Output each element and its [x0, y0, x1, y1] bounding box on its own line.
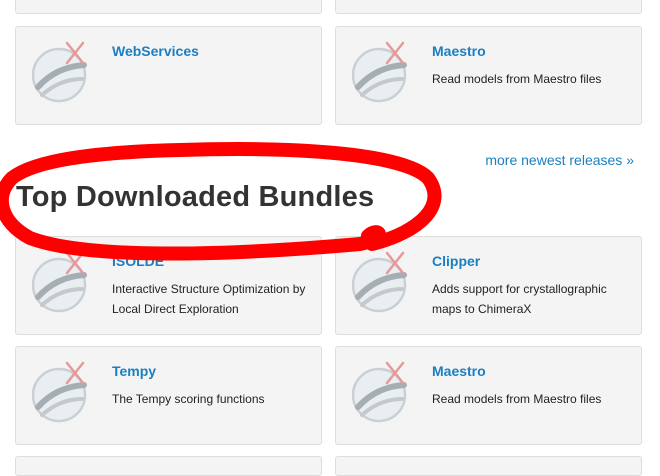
bundle-card-maestro[interactable]: Maestro Read models from Maestro files	[335, 26, 642, 125]
more-newest-releases-link[interactable]: more newest releases »	[485, 152, 634, 168]
chimerax-logo-icon	[352, 249, 412, 315]
bundle-card-partial[interactable]	[15, 0, 322, 14]
bundle-card-tempy[interactable]: Tempy The Tempy scoring functions	[15, 346, 322, 445]
bundle-title-link[interactable]: Tempy	[112, 363, 156, 379]
bundle-title-link[interactable]: Maestro	[432, 363, 486, 379]
chimerax-logo-icon	[352, 359, 412, 425]
chimerax-logo-icon	[32, 249, 92, 315]
bundle-card-partial[interactable]	[335, 0, 642, 14]
bundle-description: Interactive Structure Optimization by Lo…	[112, 282, 306, 316]
bundle-description: The Tempy scoring functions	[112, 392, 265, 406]
chimerax-logo-icon	[32, 39, 92, 105]
bundle-card-partial[interactable]	[335, 456, 642, 476]
chimerax-logo-icon	[352, 39, 412, 105]
bundle-title-link[interactable]: Clipper	[432, 253, 480, 269]
bundle-title-link[interactable]: Maestro	[432, 43, 486, 59]
bundle-title-link[interactable]: ISOLDE	[112, 253, 164, 269]
bundle-description: Read models from Maestro files	[432, 392, 602, 406]
bundle-description: Adds support for crystallographic maps t…	[432, 282, 607, 316]
bundle-description: Read models from Maestro files	[432, 72, 602, 86]
section-heading: Top Downloaded Bundles	[16, 181, 375, 213]
chimerax-logo-icon	[32, 359, 92, 425]
bundle-card-clipper[interactable]: Clipper Adds support for crystallographi…	[335, 236, 642, 335]
bundle-card-partial[interactable]	[15, 456, 322, 476]
bundle-title-link[interactable]: WebServices	[112, 43, 199, 59]
bundle-card-webservices[interactable]: WebServices	[15, 26, 322, 125]
bundle-card-maestro[interactable]: Maestro Read models from Maestro files	[335, 346, 642, 445]
bundle-card-isolde[interactable]: ISOLDE Interactive Structure Optimizatio…	[15, 236, 322, 335]
